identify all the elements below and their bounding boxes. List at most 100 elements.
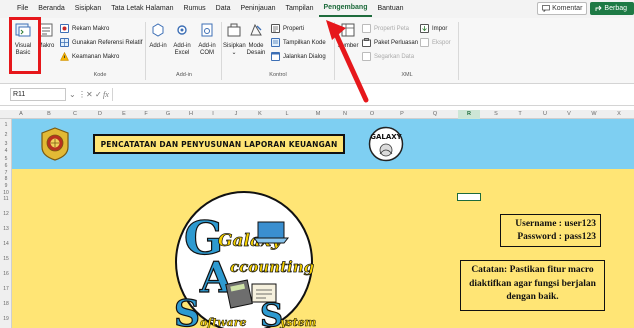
import-button[interactable]: Impor xyxy=(420,24,447,33)
design-mode-button[interactable]: Mode Desain xyxy=(246,22,266,57)
view-code-icon xyxy=(271,38,280,47)
username-text: Username : user123 xyxy=(515,219,596,229)
view-code-button[interactable]: Tampilkan Kode xyxy=(271,38,326,47)
column-header[interactable]: O xyxy=(366,110,378,119)
insert-control-label: Sisipkan xyxy=(223,43,246,49)
tab-rumus[interactable]: Rumus xyxy=(178,0,210,18)
active-cell[interactable] xyxy=(457,193,481,201)
name-box[interactable]: R11 xyxy=(10,88,66,101)
logo-word-system: ystem xyxy=(279,316,316,328)
column-header[interactable]: W xyxy=(588,110,600,119)
column-header[interactable]: M xyxy=(312,110,324,119)
row-header[interactable]: 6 xyxy=(0,163,12,169)
excel-addins-label: Add-in Excel xyxy=(173,43,191,56)
galaxy-logo: GALAXY xyxy=(368,126,404,162)
run-dialog-icon xyxy=(271,52,280,61)
row-header[interactable]: 14 xyxy=(0,241,12,247)
tab-sisipkan[interactable]: Sisipkan xyxy=(70,0,106,18)
column-header[interactable]: U xyxy=(539,110,551,119)
column-header[interactable]: S xyxy=(490,110,502,119)
column-header[interactable]: V xyxy=(563,110,575,119)
column-header[interactable]: G xyxy=(162,110,174,119)
share-label: Berbag xyxy=(604,5,627,12)
check-icon[interactable]: ✓ xyxy=(95,88,102,101)
tab-tampilan[interactable]: Tampilan xyxy=(281,0,319,18)
column-header[interactable]: X xyxy=(613,110,625,119)
row-header[interactable]: 2 xyxy=(0,132,12,138)
row-header[interactable]: 15 xyxy=(0,256,12,262)
column-header[interactable]: F xyxy=(140,110,152,119)
insert-function-icon[interactable]: fx xyxy=(103,88,109,101)
row-header[interactable]: 3 xyxy=(0,141,12,147)
row-header[interactable]: 9 xyxy=(0,183,12,189)
export-label: Ekspor xyxy=(432,39,451,46)
row-header[interactable]: 16 xyxy=(0,271,12,277)
row-header[interactable]: 8 xyxy=(0,176,12,182)
row-header[interactable]: 1 xyxy=(0,122,12,128)
row-header[interactable]: 19 xyxy=(0,316,12,322)
row-header[interactable]: 5 xyxy=(0,156,12,162)
run-dialog-button[interactable]: Jalankan Dialog xyxy=(271,52,326,61)
column-header[interactable]: N xyxy=(339,110,351,119)
logo-letter-s: S xyxy=(174,293,200,328)
column-header[interactable]: A xyxy=(15,110,27,119)
column-header[interactable]: J xyxy=(230,110,242,119)
ribbon: Visual Basic Makro Rekam Makro Gunakan R… xyxy=(0,18,634,84)
column-header[interactable]: H xyxy=(185,110,197,119)
import-label: Impor xyxy=(432,25,448,32)
column-header[interactable]: C xyxy=(69,110,81,119)
insert-control-button[interactable]: Sisipkan ⌄ xyxy=(223,22,246,57)
column-header[interactable]: P xyxy=(396,110,408,119)
calculator-icon xyxy=(225,279,253,309)
group-divider xyxy=(145,22,146,80)
column-header[interactable]: T xyxy=(514,110,526,119)
com-addins-button[interactable]: Add-in COM xyxy=(196,22,218,57)
record-macro-button[interactable]: Rekam Makro xyxy=(60,24,109,33)
properties-button[interactable]: Properti xyxy=(271,24,304,33)
formula-bar: R11 ⌄ ⋮ ✕ ✓ fx xyxy=(0,84,634,106)
relative-reference-button[interactable]: Gunakan Referensi Relatif xyxy=(60,38,142,47)
cancel-icon[interactable]: ✕ xyxy=(86,88,93,101)
tab-file[interactable]: File xyxy=(12,0,33,18)
expansion-packs-label: Paket Perluasan xyxy=(374,39,419,46)
column-header[interactable]: I xyxy=(207,110,219,119)
tab-bantuan[interactable]: Bantuan xyxy=(372,0,408,18)
tab-peninjauan[interactable]: Peninjauan xyxy=(235,0,280,18)
row-header[interactable]: 12 xyxy=(0,211,12,217)
toolbox-icon xyxy=(227,23,241,37)
column-header[interactable]: Q xyxy=(429,110,441,119)
tab-data[interactable]: Data xyxy=(211,0,236,18)
column-header[interactable]: L xyxy=(281,110,293,119)
macro-security-button[interactable]: Keamanan Makro xyxy=(60,52,119,61)
comment-label: Komentar xyxy=(552,5,583,12)
row-header[interactable]: 18 xyxy=(0,301,12,307)
addins-button[interactable]: Add-in xyxy=(148,22,168,50)
document-icon xyxy=(251,283,277,303)
column-header[interactable]: B xyxy=(43,110,55,119)
tab-pengembang[interactable]: Pengembang xyxy=(318,1,373,17)
column-header-selected[interactable]: R xyxy=(458,110,480,119)
galaxy-logo-icon xyxy=(368,126,404,162)
tab-tata-letak-halaman[interactable]: Tata Letak Halaman xyxy=(106,0,178,18)
row-header[interactable]: 11 xyxy=(0,196,12,202)
logo-word-software: oftware xyxy=(200,316,247,328)
row-header[interactable]: 4 xyxy=(0,148,12,154)
column-header[interactable]: E xyxy=(118,110,130,119)
tab-beranda[interactable]: Beranda xyxy=(33,0,69,18)
column-header[interactable]: D xyxy=(94,110,106,119)
xml-group-label: XML xyxy=(401,72,413,78)
excel-addins-button[interactable]: Add-in Excel xyxy=(170,22,194,57)
export-button[interactable]: Ekspor xyxy=(420,38,451,47)
share-icon xyxy=(595,5,603,11)
credentials-box: Username : user123 Password : pass123 xyxy=(500,214,601,247)
design-mode-icon xyxy=(250,23,262,36)
page-title: PENCATATAN DAN PENYUSUNAN LAPORAN KEUANG… xyxy=(93,134,345,154)
comment-button[interactable]: Komentar xyxy=(537,2,588,15)
record-macro-icon xyxy=(60,24,69,33)
column-header[interactable]: K xyxy=(254,110,266,119)
row-header[interactable]: 17 xyxy=(0,286,12,292)
chevron-down-icon[interactable]: ⌄ xyxy=(69,88,76,101)
row-header[interactable]: 13 xyxy=(0,226,12,232)
more-options-icon[interactable]: ⋮ xyxy=(78,88,86,101)
share-button[interactable]: Berbag xyxy=(590,2,634,15)
